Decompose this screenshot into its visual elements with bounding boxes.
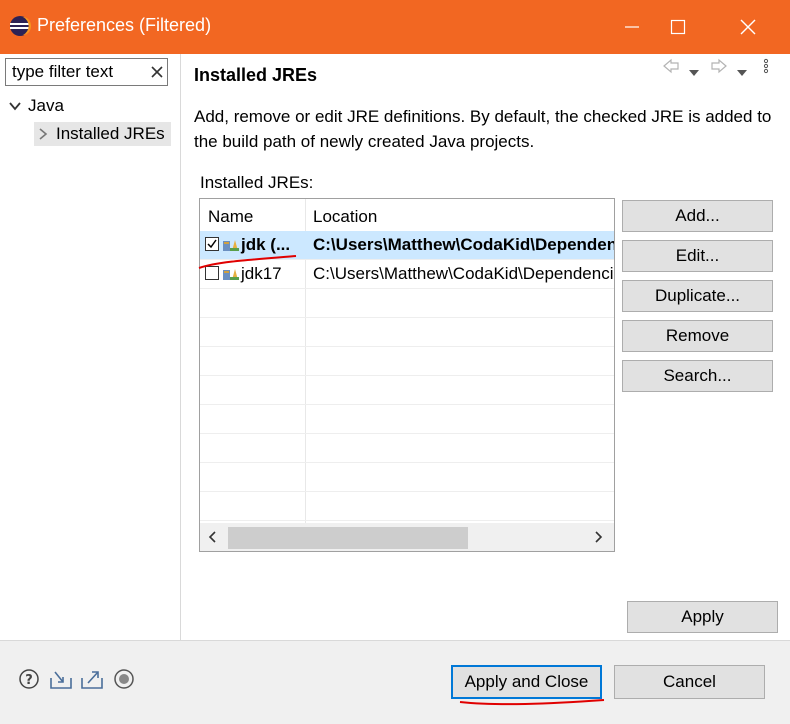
installed-jres-label: Installed JREs: [200,173,314,192]
chevron-right-icon[interactable] [36,127,50,141]
window-title: Preferences (Filtered) [37,15,212,35]
tree-item-installed-jres[interactable]: Installed JREs [34,122,171,146]
tree-item-label: Installed JREs [56,124,165,143]
jre-name: jdk17 [241,264,282,283]
jre-library-icon [223,269,239,280]
add-button[interactable]: Add... [622,200,773,232]
jre-location: C:\Users\Matthew\CodaKid\Dependencies [313,235,614,254]
table-header: Name Location [200,199,614,231]
table-empty-row [200,492,614,521]
table-empty-row [200,434,614,463]
table-empty-row [200,289,614,318]
menu-icon[interactable] [762,58,770,79]
table-empty-row [200,347,614,376]
forward-icon[interactable] [710,58,728,79]
back-icon[interactable] [662,58,680,79]
apply-and-close-button[interactable]: Apply and Close [451,665,602,699]
title-bar: Preferences (Filtered) [0,0,790,54]
filter-input[interactable] [6,59,148,85]
eclipse-icon [10,16,31,36]
remove-button[interactable]: Remove [622,320,773,352]
close-icon [740,19,756,35]
minimize-icon [625,26,639,28]
column-header-location[interactable]: Location [313,207,377,227]
jre-library-icon [223,240,239,251]
table-empty-row [200,463,614,492]
import-icon[interactable] [49,668,73,695]
tree-item-java[interactable]: Java [8,94,64,118]
close-button[interactable] [718,0,778,54]
table-row[interactable]: jdk (... C:\Users\Matthew\CodaKid\Depend… [200,231,614,260]
tree-item-label: Java [28,96,64,115]
help-icon[interactable]: ? [18,668,40,695]
forward-dropdown-icon[interactable] [736,62,748,82]
page-title: Installed JREs [194,65,318,85]
back-dropdown-icon[interactable] [688,62,700,82]
column-header-name[interactable]: Name [208,207,253,227]
export-icon[interactable] [80,668,104,695]
chevron-down-icon[interactable] [8,99,22,113]
jre-name: jdk (... [241,235,291,254]
page-description: Add, remove or edit JRE definitions. By … [194,107,772,151]
clear-icon [151,66,163,78]
clear-filter-button[interactable] [147,61,167,83]
cancel-button[interactable]: Cancel [614,665,765,699]
duplicate-button[interactable]: Duplicate... [622,280,773,312]
table-empty-row [200,376,614,405]
scroll-left-icon[interactable] [207,529,217,549]
apply-button[interactable]: Apply [627,601,778,633]
jre-table: Name Location jdk (... C:\Users\Matthew\… [199,198,615,552]
checkmark-icon [207,239,217,249]
scrollbar-thumb[interactable] [228,527,468,549]
page-nav-toolbar [660,58,780,78]
jre-checkbox[interactable] [205,266,219,280]
table-empty-row [200,405,614,434]
maximize-icon [670,19,686,35]
jre-location: C:\Users\Matthew\CodaKid\Dependencies [313,264,614,283]
maximize-button[interactable] [648,0,708,54]
oomph-icon[interactable] [113,668,135,695]
edit-button[interactable]: Edit... [622,240,773,272]
jre-checkbox[interactable] [205,237,219,251]
scroll-right-icon[interactable] [594,529,604,549]
svg-text:?: ? [25,673,33,688]
table-row[interactable]: jdk17 C:\Users\Matthew\CodaKid\Dependenc… [200,260,614,289]
search-button[interactable]: Search... [622,360,773,392]
filter-box [5,58,168,86]
table-empty-row [200,318,614,347]
horizontal-scrollbar[interactable] [200,523,614,551]
